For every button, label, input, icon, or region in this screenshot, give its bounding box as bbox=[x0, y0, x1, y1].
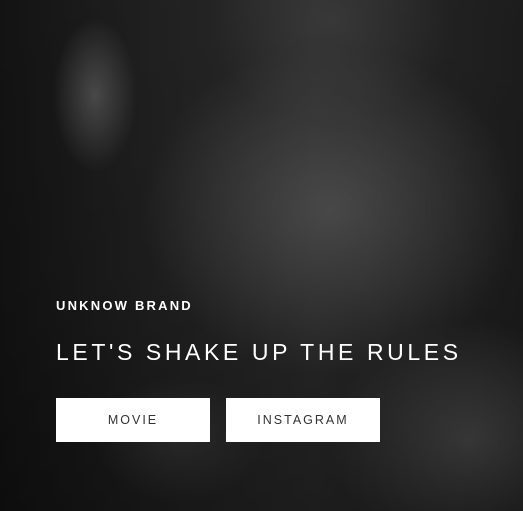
movie-button[interactable]: MOVIE bbox=[56, 398, 210, 442]
hero-headline: LET'S SHAKE UP THE RULES bbox=[56, 339, 462, 365]
hero-buttons: MOVIE INSTAGRAM bbox=[56, 398, 380, 442]
hero-content: UNKNOW BRAND LET'S SHAKE UP THE RULES bbox=[56, 298, 462, 366]
hero-section: UNKNOW BRAND LET'S SHAKE UP THE RULES MO… bbox=[0, 0, 523, 511]
brand-label: UNKNOW BRAND bbox=[56, 298, 193, 313]
instagram-button[interactable]: INSTAGRAM bbox=[226, 398, 380, 442]
